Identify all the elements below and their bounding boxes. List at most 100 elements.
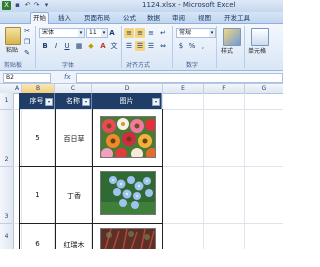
tab-insert[interactable]: 插入 [56,13,73,23]
clipboard-group-label: 剪贴板 [4,62,23,69]
formula-input[interactable] [76,73,283,83]
header-cell-number[interactable]: 序号 ▾ [19,93,55,109]
header-cell-name[interactable]: 名称 ▾ [55,93,92,109]
blue-flowers-photo[interactable] [100,171,156,215]
tab-developer[interactable]: 开发工具 [222,13,252,23]
name-box[interactable]: B2 [3,73,51,83]
gridline [203,93,204,249]
table-border [19,109,20,249]
filter-dropdown-icon[interactable]: ▾ [82,98,90,106]
format-painter-icon[interactable]: ✎ [22,48,32,58]
row-header-1[interactable]: 1 [0,93,13,110]
grow-font-icon[interactable]: A [107,28,117,38]
copy-icon[interactable]: ❐ [22,37,32,47]
header-label: 名称 [66,97,80,105]
styles-button-label[interactable]: 样式 [221,46,233,55]
number-format-select[interactable]: 常规 ▾ [176,28,216,38]
gridline [13,109,283,110]
paste-button-label[interactable]: 粘贴 [6,45,18,54]
zinnia-flowers-photo[interactable] [100,116,156,158]
save-icon[interactable]: ▪ [13,1,22,10]
phonetic-icon[interactable]: 文 [109,41,119,51]
ribbon-tab-bar: 开始 插入 页面布局 公式 数据 审阅 视图 开发工具 [0,12,283,24]
group-separator [121,26,122,68]
excel-logo-icon[interactable]: X [2,1,11,10]
table-border [162,109,163,249]
currency-icon[interactable]: $ [176,41,186,51]
wrap-text-icon[interactable]: ↵ [158,28,168,38]
cells-icon[interactable] [251,28,269,46]
blue-flowers-image [101,172,155,214]
tab-page-layout[interactable]: 页面布局 [82,13,112,23]
row-header-4[interactable]: 4 [0,224,13,249]
font-name-select[interactable]: 宋体 ▾ [39,28,85,38]
tab-data[interactable]: 数据 [145,13,162,23]
zinnia-flowers-image [101,117,155,157]
tab-review[interactable]: 审阅 [170,13,187,23]
chevron-down-icon[interactable]: ▾ [209,29,215,37]
gridline [21,93,22,249]
formula-bar: B2 fx [0,71,283,84]
paste-icon[interactable] [5,27,21,45]
alignment-group-label: 对齐方式 [126,62,151,69]
insert-function-icon[interactable]: fx [64,73,71,81]
italic-button[interactable]: I [51,41,61,51]
align-top-icon[interactable]: ≡ [124,28,134,38]
red-shrub-photo[interactable] [100,228,156,249]
column-header-e[interactable]: E [163,84,204,93]
red-shrub-image [101,229,155,249]
font-size-value: 11 [89,29,97,36]
table-cell-name[interactable]: 百日草 [56,134,92,144]
comma-icon[interactable]: , [198,41,208,51]
group-separator [172,26,173,68]
header-cell-picture[interactable]: 图片 ▾ [92,93,162,109]
align-center-icon[interactable]: ☰ [135,41,145,51]
window-title: 1124.xlsx - Microsoft Excel [142,1,236,9]
table-border [55,109,56,249]
number-group-label: 数字 [186,62,199,69]
cut-icon[interactable]: ✂ [22,26,32,36]
tab-home[interactable]: 开始 [30,12,49,24]
fill-color-icon[interactable]: ◆ [86,41,96,51]
column-header-f[interactable]: F [204,84,245,93]
styles-icon[interactable] [223,28,241,46]
tab-view[interactable]: 视图 [196,13,213,23]
row-headers: 1 2 3 4 [0,93,14,249]
group-separator [216,26,217,68]
column-header-c[interactable]: C [55,84,92,93]
align-right-icon[interactable]: ☰ [146,41,156,51]
align-left-icon[interactable]: ☰ [124,41,134,51]
font-color-icon[interactable]: A [98,41,108,51]
row-header-3[interactable]: 3 [0,167,13,224]
header-label: 图片 [119,97,134,105]
merge-cells-icon[interactable]: ⇔ [158,41,168,51]
undo-icon[interactable]: ↶ [23,1,32,10]
align-bottom-icon[interactable]: ≡ [146,28,156,38]
font-size-select[interactable]: 11 ▾ [86,28,108,38]
chevron-down-icon[interactable]: ▾ [78,29,84,37]
percent-icon[interactable]: % [187,41,197,51]
column-header-g[interactable]: G [245,84,283,93]
column-header-b[interactable]: B [22,84,55,93]
table-border [92,109,93,249]
table-cell-name[interactable]: 丁香 [56,191,92,201]
table-cell-number[interactable]: 5 [20,134,55,142]
column-header-a[interactable]: A [13,84,22,93]
underline-button[interactable]: U [62,41,72,51]
filter-dropdown-icon[interactable]: ▾ [152,98,160,106]
redo-icon[interactable]: ↷ [32,1,41,10]
align-middle-icon[interactable]: ≡ [135,28,145,38]
header-label: 序号 [29,97,44,105]
customize-icon[interactable]: ▾ [42,1,51,10]
table-cell-number[interactable]: 6 [20,240,55,248]
column-header-d[interactable]: D [92,84,163,93]
font-name-value: 宋体 [42,29,55,36]
filter-dropdown-icon[interactable]: ▾ [45,98,53,106]
table-cell-number[interactable]: 1 [20,191,55,199]
cells-button-label[interactable]: 单元格 [248,46,266,55]
tab-formulas[interactable]: 公式 [121,13,138,23]
table-border [19,223,162,224]
borders-icon[interactable]: ▦ [74,41,84,51]
row-header-2[interactable]: 2 [0,110,13,167]
bold-button[interactable]: B [40,41,50,51]
